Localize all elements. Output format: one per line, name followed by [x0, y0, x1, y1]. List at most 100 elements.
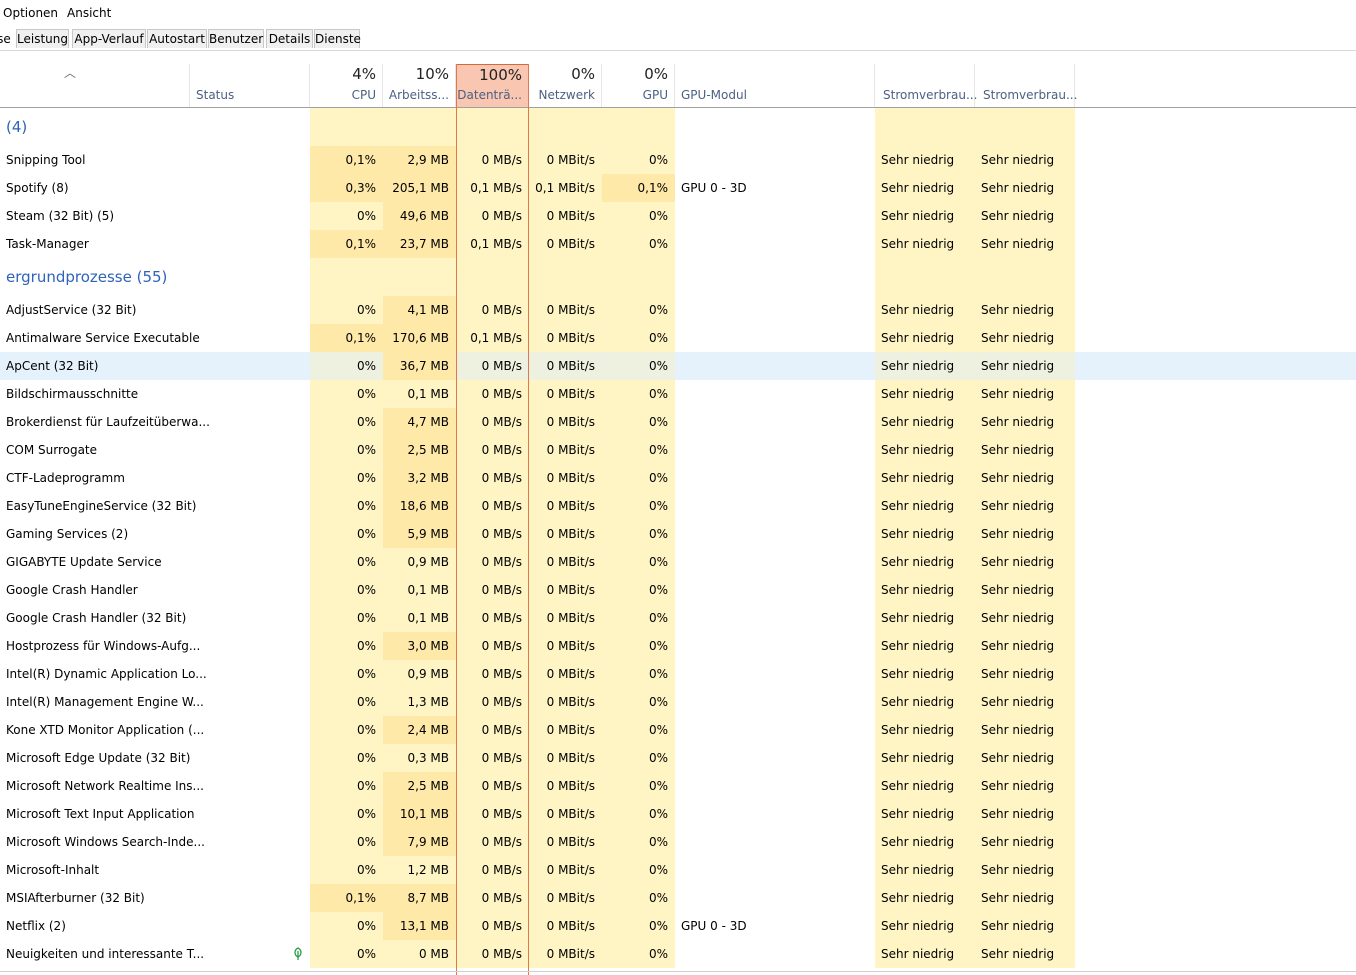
tab-leistung[interactable]: Leistung [16, 29, 69, 48]
process-row[interactable]: CTF-Ladeprogramm 0% 3,2 MB 0 MB/s 0 MBit/s 0%… [0, 464, 1356, 492]
cell-power: Sehr niedrig [975, 202, 1075, 230]
cell-gpu: 0% [602, 856, 675, 884]
menu-bar: Optionen Ansicht [0, 0, 1356, 24]
cell-power: Sehr niedrig [875, 324, 975, 352]
process-row[interactable]: Netflix (2) 0% 13,1 MB 0 MB/s 0 MBit/s 0% GPU … [0, 912, 1356, 940]
process-row[interactable]: Neuigkeiten und interessante T... 0% 0 MB 0… [0, 940, 1356, 968]
process-row[interactable]: Microsoft-Inhalt 0% 1,2 MB 0 MB/s 0 MBit/s 0%… [0, 856, 1356, 884]
cell-cpu: 0% [310, 352, 383, 380]
process-row[interactable]: ApCent (32 Bit) 0% 36,7 MB 0 MB/s 0 MBit/s 0%… [0, 352, 1356, 380]
column-header-status[interactable]: Status [190, 64, 310, 107]
process-name: Snipping Tool [6, 153, 86, 167]
group-header-background[interactable]: ergrundprozesse (55) [0, 258, 1356, 296]
column-header-network[interactable]: 0% Netzwerk [529, 64, 602, 107]
cell-gpu-module [675, 828, 874, 856]
column-title: Arbeitss... [388, 88, 449, 102]
process-row[interactable]: GIGABYTE Update Service 0% 0,9 MB 0 MB/s 0 M… [0, 548, 1356, 576]
cell-cpu: 0% [310, 408, 383, 436]
group-cell [383, 108, 456, 146]
column-header-name[interactable]: ︿ [0, 64, 190, 107]
cell-disk: 0 MB/s [456, 688, 529, 716]
process-name: Neuigkeiten und interessante T... [6, 947, 205, 961]
cell-gpu: 0% [602, 408, 675, 436]
cell-gpu: 0% [602, 380, 675, 408]
cell-gpu-module [675, 408, 874, 436]
cell-disk: 0 MB/s [456, 576, 529, 604]
column-header-gpu-module[interactable]: GPU-Modul [675, 64, 875, 107]
column-title: Netzwerk [538, 88, 595, 102]
cell-cpu: 0% [310, 202, 383, 230]
process-name: Spotify (8) [6, 181, 69, 195]
process-row[interactable]: Google Crash Handler 0% 0,1 MB 0 MB/s 0 MBit… [0, 576, 1356, 604]
process-row[interactable]: AdjustService (32 Bit) 0% 4,1 MB 0 MB/s 0 MB… [0, 296, 1356, 324]
process-row[interactable]: Bildschirmausschnitte 0% 0,1 MB 0 MB/s 0 MBi… [0, 380, 1356, 408]
column-header-gpu[interactable]: 0% GPU [602, 64, 675, 107]
cell-gpu: 0% [602, 324, 675, 352]
cell-gpu-module [675, 548, 874, 576]
cell-mem: 0 MB [383, 940, 456, 968]
process-row[interactable]: Microsoft Edge Update (32 Bit) 0% 0,3 MB 0 … [0, 744, 1356, 772]
cell-mem: 3,0 MB [383, 632, 456, 660]
tab-autostart[interactable]: Autostart [147, 29, 207, 48]
menu-optionen[interactable]: Optionen [3, 6, 58, 20]
column-header-disk[interactable]: 100% Datenträ... [456, 64, 529, 107]
group-cell [602, 258, 675, 296]
cell-power: Sehr niedrig [975, 884, 1075, 912]
cell-power: Sehr niedrig [875, 940, 975, 968]
tab-details[interactable]: Details [266, 29, 313, 48]
process-row[interactable]: MSIAfterburner (32 Bit) 0,1% 8,7 MB 0 MB/s 0… [0, 884, 1356, 912]
process-row[interactable]: Microsoft Text Input Application 0% 10,1 M… [0, 800, 1356, 828]
cell-mem: 0,3 MB [383, 744, 456, 772]
process-row[interactable]: Snipping Tool 0,1% 2,9 MB 0 MB/s 0 MBit/s 0% S… [0, 146, 1356, 174]
cell-gpu: 0% [602, 632, 675, 660]
process-row[interactable]: Steam (32 Bit) (5) 0% 49,6 MB 0 MB/s 0 MBit/… [0, 202, 1356, 230]
process-row[interactable]: EasyTuneEngineService (32 Bit) 0% 18,6 MB 0… [0, 492, 1356, 520]
cell-power: Sehr niedrig [975, 408, 1075, 436]
cell-cpu: 0% [310, 604, 383, 632]
cell-gpu-module [675, 230, 874, 258]
process-row[interactable]: Google Crash Handler (32 Bit) 0% 0,1 MB 0 M… [0, 604, 1356, 632]
tab-dienste[interactable]: Dienste [314, 29, 361, 48]
group-header-apps[interactable]: (4) [0, 108, 1356, 146]
column-header-memory[interactable]: 10% Arbeitss... [383, 64, 456, 107]
column-percent: 0% [571, 65, 595, 83]
cell-net: 0 MBit/s [529, 884, 602, 912]
cell-mem: 0,9 MB [383, 548, 456, 576]
column-header-cpu[interactable]: 4% CPU [310, 64, 383, 107]
cell-cpu: 0% [310, 660, 383, 688]
tab-prozesse[interactable]: se [0, 29, 16, 48]
process-row[interactable]: Kone XTD Monitor Application (... 0% 2,4 M… [0, 716, 1356, 744]
process-row[interactable]: Hostprozess für Windows-Aufg... 0% 3,0 MB 0… [0, 632, 1356, 660]
cell-net: 0 MBit/s [529, 716, 602, 744]
process-row[interactable]: Intel(R) Dynamic Application Lo... 0% 0,9 … [0, 660, 1356, 688]
process-row[interactable]: Microsoft Windows Search-Inde... 0% 7,9 MB… [0, 828, 1356, 856]
cell-cpu: 0% [310, 744, 383, 772]
column-header-power[interactable]: Stromverbrau... [875, 64, 977, 107]
process-name: Antimalware Service Executable [6, 331, 200, 345]
process-row[interactable]: Gaming Services (2) 0% 5,9 MB 0 MB/s 0 MBit/… [0, 520, 1356, 548]
cell-disk: 0 MB/s [456, 352, 529, 380]
column-header-power-trend[interactable]: Stromverbrau... [975, 64, 1077, 107]
cell-net: 0 MBit/s [529, 464, 602, 492]
process-row[interactable]: Brokerdienst für Laufzeitüberwa... 0% 4,7 … [0, 408, 1356, 436]
cell-cpu: 0% [310, 576, 383, 604]
menu-ansicht[interactable]: Ansicht [67, 6, 111, 20]
process-row[interactable]: Task-Manager 0,1% 23,7 MB 0,1 MB/s 0 MBit/s 0… [0, 230, 1356, 258]
cell-gpu: 0% [602, 296, 675, 324]
cell-power: Sehr niedrig [875, 436, 975, 464]
cell-power: Sehr niedrig [875, 632, 975, 660]
tab-app-verlauf[interactable]: App-Verlauf [72, 29, 146, 48]
process-row[interactable]: Spotify (8) 0,3% 205,1 MB 0,1 MB/s 0,1 MBit/… [0, 174, 1356, 202]
column-percent: 0% [644, 65, 668, 83]
cell-power: Sehr niedrig [975, 912, 1075, 940]
process-row[interactable]: Antimalware Service Executable 0,1% 170,6 … [0, 324, 1356, 352]
process-row[interactable]: Intel(R) Management Engine W... 0% 1,3 MB 0… [0, 688, 1356, 716]
tab-benutzer[interactable]: Benutzer [208, 29, 264, 48]
process-row[interactable]: Microsoft Network Realtime Ins... 0% 2,5 M… [0, 772, 1356, 800]
group-cell [602, 108, 675, 146]
cell-mem: 4,1 MB [383, 296, 456, 324]
group-cell [875, 108, 975, 146]
process-row[interactable]: COM Surrogate 0% 2,5 MB 0 MB/s 0 MBit/s 0% Seh… [0, 436, 1356, 464]
cell-net: 0 MBit/s [529, 632, 602, 660]
cell-power: Sehr niedrig [975, 352, 1075, 380]
